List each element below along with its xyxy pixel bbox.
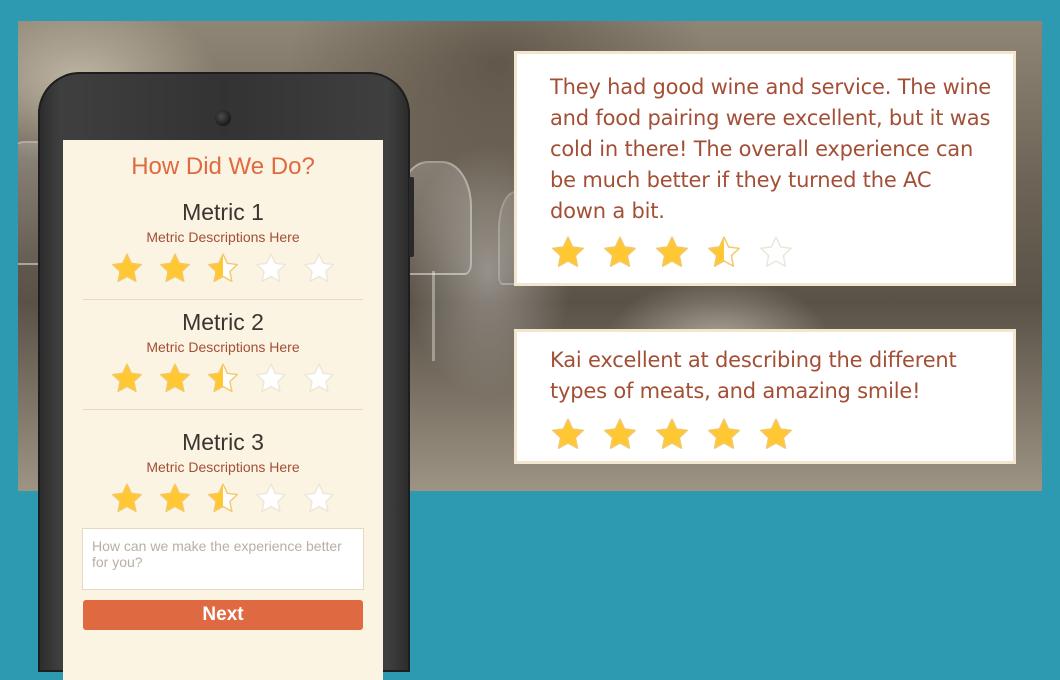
wine-glass-stem: [432, 271, 435, 361]
metric-2: Metric 2 Metric Descriptions Here: [63, 308, 383, 394]
metric-title: Metric 3: [182, 429, 264, 455]
star-icon: [656, 236, 688, 267]
star-icon: [708, 418, 740, 449]
star-icon: [552, 418, 584, 449]
metric-description: Metric Descriptions Here: [146, 229, 300, 245]
star-half-icon[interactable]: [206, 362, 240, 394]
star-empty-icon[interactable]: [302, 482, 336, 514]
phone-screen: How Did We Do? Metric 1 Metric Descripti…: [63, 140, 383, 680]
star-empty-icon[interactable]: [254, 482, 288, 514]
survey-title: How Did We Do?: [131, 153, 315, 180]
phone-mockup: How Did We Do? Metric 1 Metric Descripti…: [38, 72, 414, 680]
star-icon: [760, 418, 792, 449]
star-icon: [656, 418, 688, 449]
metric-title: Metric 1: [182, 199, 264, 225]
divider: [83, 409, 363, 410]
star-icon[interactable]: [110, 252, 144, 284]
review-card-2: Kai excellent at describing the differen…: [514, 329, 1016, 464]
review-card-1: They had good wine and service. The wine…: [514, 51, 1016, 286]
star-empty-icon[interactable]: [302, 252, 336, 284]
star-empty-icon[interactable]: [302, 362, 336, 394]
review-text: Kai excellent at describing the differen…: [550, 348, 957, 403]
star-icon[interactable]: [110, 482, 144, 514]
star-icon: [604, 418, 636, 449]
star-icon: [552, 236, 584, 267]
metric-rating[interactable]: [63, 252, 383, 284]
metric-description: Metric Descriptions Here: [146, 459, 300, 475]
star-empty-icon[interactable]: [254, 362, 288, 394]
star-icon[interactable]: [158, 252, 192, 284]
next-button[interactable]: Next: [83, 600, 363, 630]
star-empty-icon[interactable]: [254, 252, 288, 284]
feedback-input[interactable]: [82, 528, 364, 590]
metric-title: Metric 2: [182, 309, 264, 335]
review-rating: [550, 235, 993, 269]
divider: [83, 299, 363, 300]
star-icon: [604, 236, 636, 267]
phone-camera: [215, 110, 231, 126]
metric-1: Metric 1 Metric Descriptions Here: [63, 198, 383, 284]
metric-description: Metric Descriptions Here: [146, 339, 300, 355]
metric-rating[interactable]: [63, 362, 383, 394]
phone-side-button: [409, 177, 414, 257]
review-rating: [550, 417, 993, 451]
star-icon[interactable]: [158, 362, 192, 394]
star-icon[interactable]: [110, 362, 144, 394]
star-half-icon[interactable]: [206, 482, 240, 514]
star-empty-icon: [760, 236, 792, 267]
star-icon[interactable]: [158, 482, 192, 514]
metric-3: Metric 3 Metric Descriptions Here: [63, 428, 383, 514]
metric-rating[interactable]: [63, 482, 383, 514]
star-half-icon[interactable]: [206, 252, 240, 284]
star-half-icon: [708, 236, 740, 267]
review-text: They had good wine and service. The wine…: [550, 75, 992, 223]
